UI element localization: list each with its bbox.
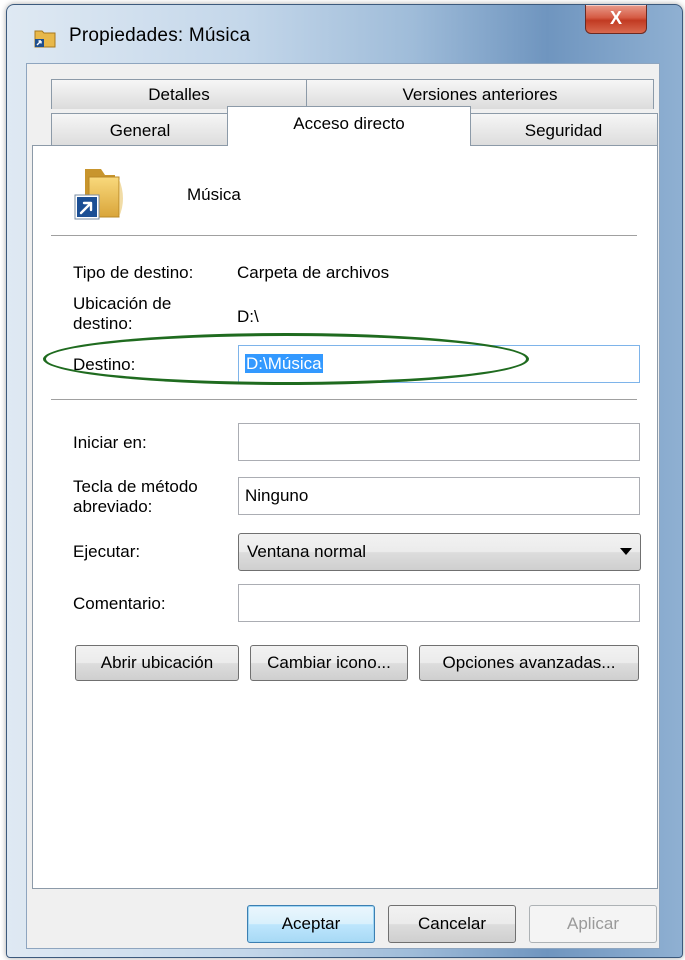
tab-previous-versions[interactable]: Versiones anteriores (306, 79, 654, 109)
hotkey-field[interactable]: Ninguno (238, 477, 640, 515)
target-type-label: Tipo de destino: (73, 263, 194, 282)
target-location-label: Ubicación de destino: (73, 294, 171, 334)
run-value: Ventana normal (247, 542, 367, 561)
close-icon: X (609, 8, 622, 28)
target-type-value: Carpeta de archivos (237, 263, 390, 282)
comment-label: Comentario: (73, 594, 166, 613)
tab-label: Acceso directo (293, 114, 405, 133)
folder-shortcut-icon (71, 165, 131, 228)
start-in-label: Iniciar en: (73, 433, 147, 452)
separator (51, 399, 637, 401)
hotkey-value: Ninguno (245, 486, 309, 505)
properties-window: Propiedades: Música X Detalles Versiones… (6, 4, 683, 958)
target-location-value: D:\ (237, 307, 259, 326)
tab-security[interactable]: Seguridad (469, 113, 658, 146)
shortcut-panel (32, 145, 658, 889)
tab-general[interactable]: General (51, 113, 229, 146)
cancel-button[interactable]: Cancelar (388, 905, 516, 943)
tab-label: Versiones anteriores (402, 85, 558, 104)
tab-shortcut[interactable]: Acceso directo (227, 106, 471, 146)
start-in-field[interactable] (238, 423, 640, 461)
tab-label: Seguridad (524, 121, 603, 140)
change-icon-button[interactable]: Cambiar icono... (250, 645, 408, 681)
comment-field[interactable] (238, 584, 640, 622)
open-location-button[interactable]: Abrir ubicación (75, 645, 239, 681)
target-location-label-line-2: destino: (73, 314, 133, 333)
target-label: Destino: (73, 355, 136, 374)
apply-button[interactable]: Aplicar (529, 905, 657, 943)
target-field[interactable]: D:\Música (238, 345, 640, 383)
advanced-options-button[interactable]: Opciones avanzadas... (419, 645, 639, 681)
window-title: Propiedades: Música (69, 25, 251, 46)
tab-details[interactable]: Detalles (51, 79, 307, 109)
shortcut-name: Música (187, 185, 241, 204)
title-bar[interactable]: Propiedades: Música X (7, 5, 682, 61)
target-value: D:\Música (245, 354, 323, 373)
separator (51, 235, 637, 237)
run-select[interactable]: Ventana normal (238, 533, 641, 571)
close-button[interactable]: X (585, 5, 647, 34)
run-label: Ejecutar: (73, 542, 141, 561)
ok-button[interactable]: Aceptar (247, 905, 375, 943)
hotkey-label-line-2: abreviado: (73, 497, 153, 516)
folder-shortcut-icon (33, 27, 57, 49)
hotkey-label: Tecla de método abreviado: (73, 477, 198, 517)
tab-label: General (109, 121, 171, 140)
chevron-down-icon (620, 548, 632, 555)
tab-label: Detalles (148, 85, 210, 104)
target-location-label-line-1: Ubicación de (73, 294, 172, 313)
hotkey-label-line-1: Tecla de método (73, 477, 198, 496)
